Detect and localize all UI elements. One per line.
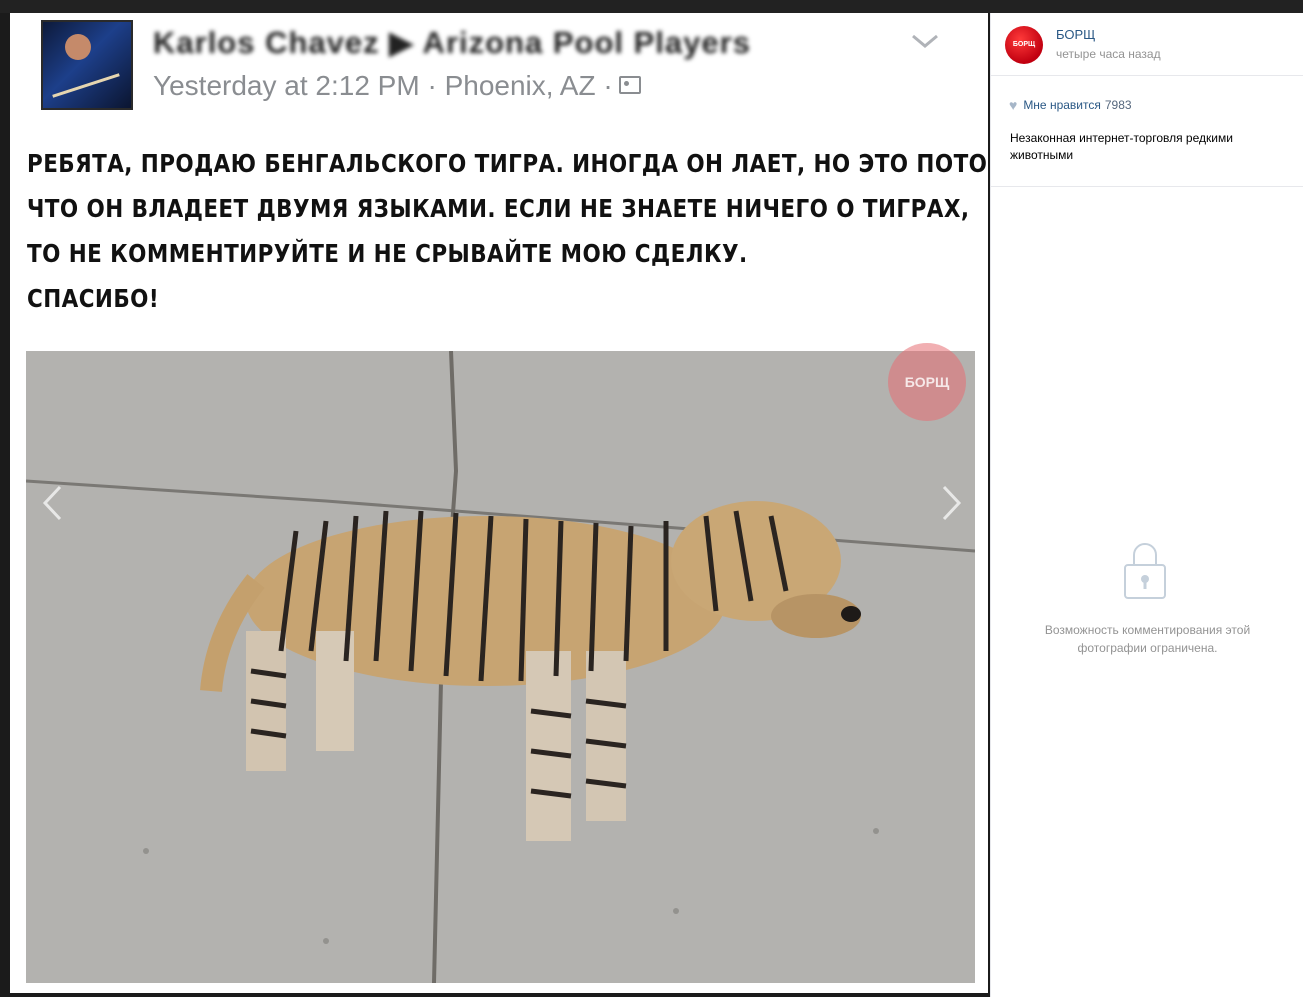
author-name: Karlos Chavez ▶ Arizona Pool Players [153,25,751,60]
likes-label: Мне нравится [1023,98,1101,112]
photo-caption: Незаконная интернет-торговля редкими жив… [1010,131,1233,162]
tiger-dog-photo [26,351,975,983]
lock-icon [1124,543,1166,599]
post-meta: Yesterday at 2:12 PM · Phoenix, AZ · [153,70,641,102]
top-strip [0,0,1303,13]
likes-count: 7983 [1104,98,1132,112]
friends-icon [618,75,641,94]
chevron-right-icon[interactable] [940,483,964,523]
divider [991,186,1303,187]
post-meta-text: Yesterday at 2:12 PM · Phoenix, AZ · [153,70,613,101]
sidebar-header: БОРЩ БОРЩ четыре часа назад [991,13,1303,76]
photo-viewer[interactable]: Karlos Chavez ▶ Arizona Pool Players Yes… [10,13,988,993]
like-button[interactable]: ♥ Мне нравится 7983 [1009,97,1132,113]
photo-sidebar: БОРЩ БОРЩ четыре часа назад ♥ Мне нравитс… [990,13,1303,997]
group-avatar[interactable]: БОРЩ [1005,26,1043,64]
post-text-line: ТО НЕ КОММЕНТИРУЙТЕ И НЕ СРЫВАЙТЕ МОЮ СД… [27,239,748,268]
watermark: БОРЩ [888,343,966,421]
post-time[interactable]: четыре часа назад [1056,47,1161,61]
dog-painted-as-tiger-image [26,351,975,983]
post-text-line: ЧТО ОН ВЛАДЕЕТ ДВУМЯ ЯЗЫКАМИ. ЕСЛИ НЕ ЗН… [27,194,970,223]
group-name-link[interactable]: БОРЩ [1056,27,1095,42]
chevron-down-icon [912,34,938,48]
heart-icon: ♥ [1009,97,1018,113]
author-avatar [41,20,133,110]
chevron-left-icon[interactable] [40,483,64,523]
post-text: РЕБЯТА, ПРОДАЮ БЕНГАЛЬСКОГО ТИГРА. ИНОГД… [27,141,988,321]
post-text-line: СПАСИБО! [27,284,160,313]
post-text-line: РЕБЯТА, ПРОДАЮ БЕНГАЛЬСКОГО ТИГРА. ИНОГД… [27,149,988,178]
comments-restricted-text: Возможность комментирования этой фотогра… [1044,623,1251,655]
